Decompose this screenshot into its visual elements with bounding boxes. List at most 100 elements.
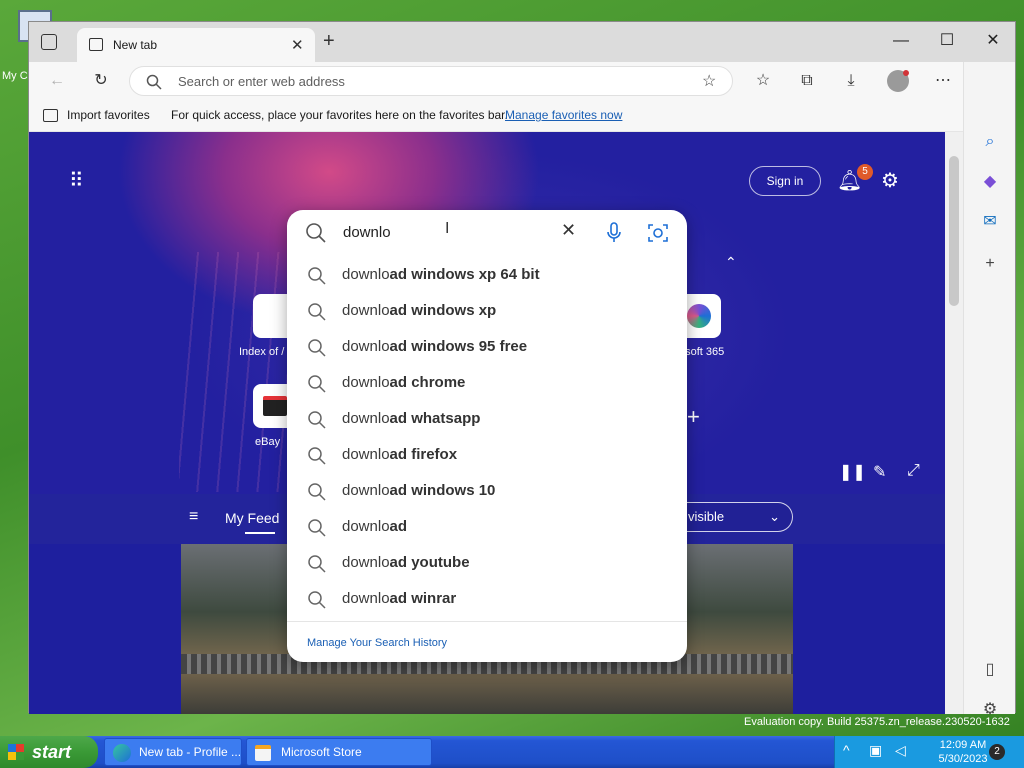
tab-actions-icon[interactable] [41,34,57,50]
start-button[interactable]: start [0,736,98,768]
notification-badge: 5 [857,164,873,180]
suggestion-completion: ad windows 10 [389,482,496,499]
tab-new-tab[interactable]: New tab ✕ [77,28,315,62]
quick-link-label-index: Index of / [239,346,285,358]
sidebar-search-icon[interactable]: ⌕ [978,130,1002,154]
suggestion-completion: ad winrar [389,590,457,607]
navigation-toolbar: ← ↻ Search or enter web address ☆ ☆ ⧉ ⤓ … [29,62,1015,100]
sidebar-copilot-icon[interactable]: ◆ [978,170,1002,194]
edge-icon [113,744,131,762]
apps-grid-icon[interactable]: ⠿ [69,168,84,193]
search-icon [308,339,326,357]
more-options-icon[interactable]: ⋯ [931,70,955,92]
suggestion-completion: ad youtube [389,554,470,571]
edit-background-icon[interactable]: ✎ [873,462,886,482]
tab-close-icon[interactable]: ✕ [291,36,304,54]
search-icon [308,591,326,609]
search-icon [308,375,326,393]
suggestion-item[interactable]: download chrome [287,366,687,402]
settings-gear-icon[interactable]: ⚙ [881,168,899,193]
back-icon[interactable]: ← [45,70,69,92]
suggestion-item[interactable]: download windows xp 64 bit [287,258,687,294]
store-icon [255,745,271,761]
add-quick-link-icon[interactable]: + [687,404,700,430]
sidebar-toggle-icon[interactable]: ▯ [978,658,1002,682]
suggestion-item[interactable]: download firefox [287,438,687,474]
favorites-icon[interactable]: ☆ [751,70,775,92]
close-window-button[interactable]: ✕ [973,28,1013,54]
notification-count-badge[interactable]: 2 [989,744,1005,760]
page-scrollbar[interactable] [945,132,963,714]
suggestion-item[interactable]: download whatsapp [287,402,687,438]
text-cursor-icon: I [445,220,450,237]
suggestion-typed: downlo [342,338,390,355]
new-tab-button[interactable]: + [323,30,335,53]
search-icon [308,447,326,465]
suggestion-typed: downlo [342,590,390,607]
suggestion-typed: downlo [342,518,390,535]
content-visibility-dropdown[interactable]: visible ⌄ [669,502,793,532]
collections-icon[interactable]: ⧉ [795,70,819,92]
tab-title: New tab [113,38,158,52]
microphone-icon[interactable] [605,222,623,244]
profile-alert-dot [903,70,909,76]
expand-icon[interactable]: ⤢ [907,462,920,480]
sidebar-add-icon[interactable]: + [978,252,1002,276]
suggestion-completion: ad firefox [389,446,458,463]
add-favorite-icon[interactable]: ☆ [702,71,716,91]
show-hidden-icons-chevron-icon[interactable]: ^ [843,742,850,758]
chevron-down-icon: ⌄ [769,509,780,524]
suggestion-typed: downlo [342,554,390,571]
dropdown-value: visible [688,509,725,524]
suggestion-item[interactable]: download windows xp [287,294,687,330]
import-favorites-button[interactable]: Import favorites [67,108,150,122]
address-placeholder: Search or enter web address [178,74,345,89]
search-icon [308,267,326,285]
minimize-button[interactable]: — [881,28,921,54]
suggestion-completion: ad windows xp [389,302,497,319]
suggestion-item[interactable]: download [287,510,687,546]
address-bar[interactable]: Search or enter web address ☆ [129,66,733,96]
clear-search-icon[interactable]: ✕ [561,220,576,241]
volume-muted-icon[interactable]: ◁ [895,742,906,759]
search-input[interactable]: downlo [343,224,391,241]
tab-my-feed[interactable]: My Feed [225,510,279,526]
maximize-button[interactable]: ☐ [927,28,967,54]
favorites-bar-message: For quick access, place your favorites h… [171,108,508,122]
suggestion-typed: downlo [342,446,390,463]
suggestion-completion: ad windows 95 free [389,338,528,355]
refresh-icon[interactable]: ↻ [89,70,113,92]
search-icon [306,223,326,243]
pause-background-icon[interactable]: ❚❚ [839,462,866,482]
downloads-icon[interactable]: ⤓ [839,70,863,92]
scrollbar-thumb[interactable] [949,156,959,306]
suggestion-item[interactable]: download windows 95 free [287,330,687,366]
import-icon [43,109,58,122]
suggestion-item[interactable]: download windows 10 [287,474,687,510]
suggestion-typed: downlo [342,410,390,427]
network-icon[interactable]: ▣ [869,742,882,759]
collapse-chevron-icon[interactable]: ⌃ [725,254,737,271]
manage-favorites-link[interactable]: Manage favorites now [505,108,622,122]
taskbar-item-edge[interactable]: New tab - Profile ... [104,738,242,766]
feed-menu-icon[interactable]: ≡ [189,508,198,526]
edge-sidebar: ⌕ ◆ ✉ + ▯ ⚙ [963,62,1015,718]
sidebar-outlook-icon[interactable]: ✉ [978,210,1002,234]
suggestion-typed: downlo [342,374,390,391]
suggestion-item[interactable]: download youtube [287,546,687,582]
sign-in-button[interactable]: Sign in [749,166,821,196]
manage-search-history-link[interactable]: Manage Your Search History [307,637,447,649]
desktop-icon-label: My C [2,70,28,82]
search-suggestions-dropdown: downlo I ✕ download windows xp 64 bit do… [287,210,687,662]
taskbar-item-store[interactable]: Microsoft Store [246,738,432,766]
search-icon [308,555,326,573]
suggestions-divider [287,621,687,622]
new-tab-page: ⠿ Sign in 🔔︎ 5 ⚙ ⌃ Index of / eBay osoft… [29,132,945,714]
system-tray: ^ ▣ ◁ 12:09 AM 5/30/2023 2 [834,736,1024,768]
suggestion-item[interactable]: download winrar [287,582,687,618]
visual-search-icon[interactable] [647,222,669,244]
suggestion-typed: downlo [342,266,390,283]
suggestion-completion: ad chrome [389,374,466,391]
search-icon [146,74,162,90]
start-label: start [32,742,72,762]
